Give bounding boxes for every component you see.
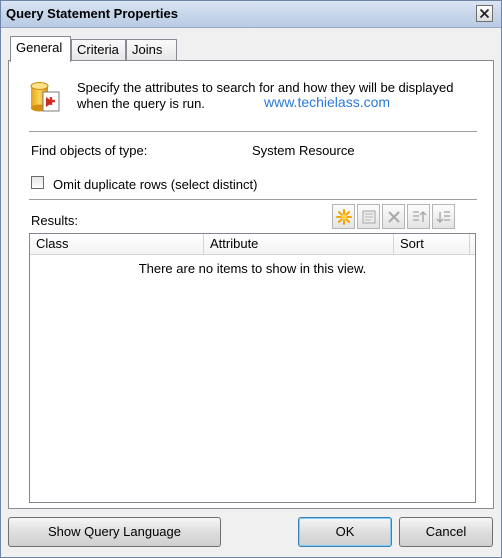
separator <box>29 199 477 201</box>
tab-criteria[interactable]: Criteria <box>71 39 126 61</box>
new-icon <box>335 208 352 225</box>
column-header-class[interactable]: Class <box>30 234 204 255</box>
separator <box>29 131 477 133</box>
properties-icon <box>362 210 375 223</box>
move-up-button[interactable] <box>407 204 430 229</box>
column-header-sort[interactable]: Sort <box>394 234 470 255</box>
title-bar[interactable]: Query Statement Properties <box>1 1 501 28</box>
query-properties-icon <box>30 82 60 112</box>
column-header-attribute[interactable]: Attribute <box>204 234 394 255</box>
omit-duplicates-label[interactable]: Omit duplicate rows (select distinct) <box>53 177 257 192</box>
dialog-window: Query Statement Properties General Crite… <box>0 0 502 558</box>
general-tab-panel: Specify the attributes to search for and… <box>8 60 494 509</box>
results-list-header: Class Attribute Sort <box>30 234 475 255</box>
find-objects-label: Find objects of type: <box>31 143 148 158</box>
window-title: Query Statement Properties <box>6 6 178 21</box>
cancel-button[interactable]: Cancel <box>399 517 493 547</box>
move-down-button[interactable] <box>432 204 455 229</box>
properties-button[interactable] <box>357 204 380 229</box>
delete-icon <box>387 210 400 223</box>
results-list[interactable]: Class Attribute Sort There are no items … <box>29 233 476 503</box>
ok-button[interactable]: OK <box>298 517 392 547</box>
omit-duplicates-checkbox[interactable] <box>31 176 44 189</box>
new-button[interactable] <box>332 204 355 229</box>
watermark-text: www.techielass.com <box>264 94 391 110</box>
results-toolbar <box>332 204 455 229</box>
close-icon <box>479 8 490 19</box>
empty-list-message: There are no items to show in this view. <box>138 261 367 276</box>
results-label: Results: <box>31 213 78 228</box>
move-up-icon <box>412 210 426 222</box>
show-query-language-button[interactable]: Show Query Language <box>8 517 221 547</box>
find-objects-value: System Resource <box>252 143 355 158</box>
move-down-icon <box>436 210 450 223</box>
delete-button[interactable] <box>382 204 405 229</box>
tab-general[interactable]: General <box>10 36 71 62</box>
close-button[interactable] <box>476 5 493 22</box>
tab-joins[interactable]: Joins <box>126 39 177 61</box>
